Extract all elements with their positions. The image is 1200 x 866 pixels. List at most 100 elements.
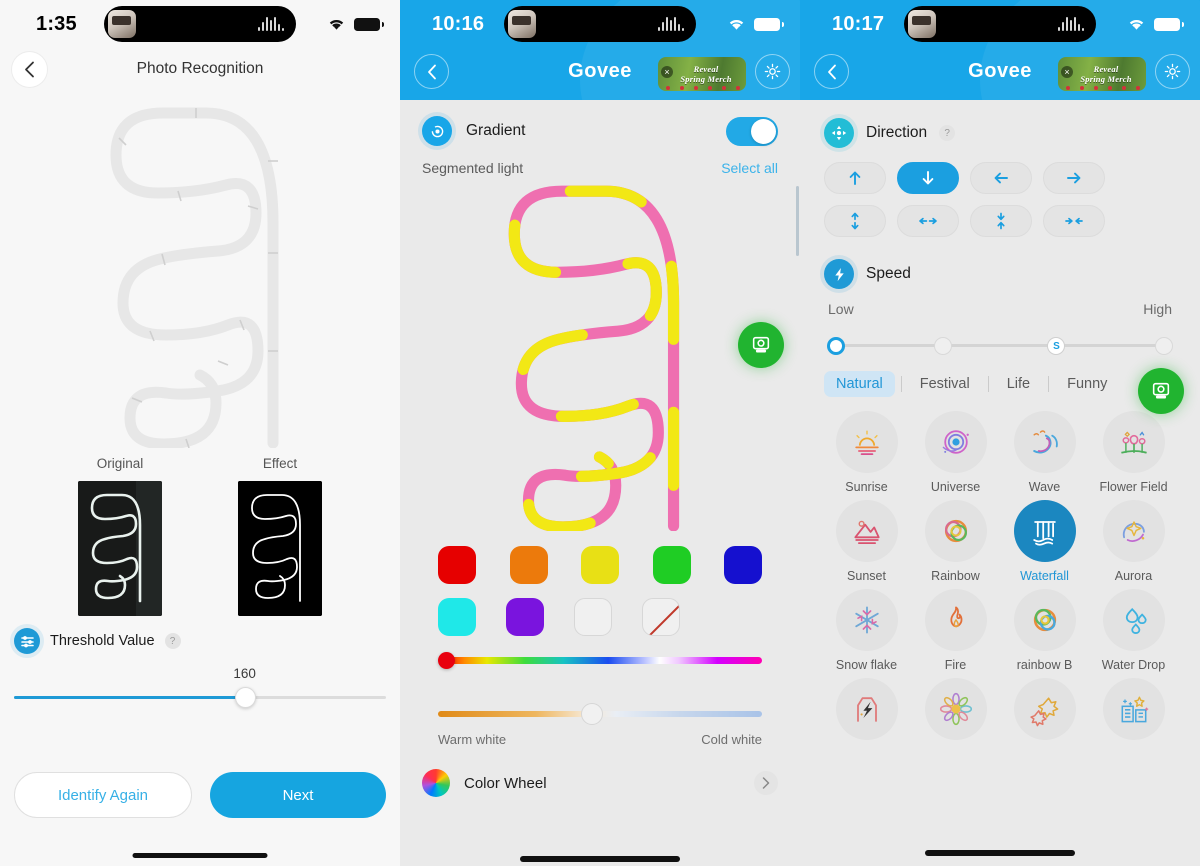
color-swatches: [400, 536, 800, 636]
direction-glyph: [831, 125, 847, 141]
hue-slider-knob[interactable]: [438, 652, 455, 669]
scene-leaves[interactable]: [1000, 678, 1089, 747]
back-button[interactable]: [814, 54, 849, 89]
arrows-vertical-out-icon: [851, 212, 859, 230]
dynamic-island: [904, 6, 1096, 42]
help-icon[interactable]: ?: [939, 125, 956, 141]
speed-low-label: Low: [828, 301, 854, 317]
next-button[interactable]: Next: [210, 772, 386, 818]
swatch-red[interactable]: [438, 546, 476, 584]
speed-point-2[interactable]: [934, 337, 953, 355]
lightning-glyph: [856, 697, 877, 722]
close-icon[interactable]: ×: [1061, 66, 1073, 78]
scene-aurora[interactable]: Aurora: [1089, 500, 1178, 583]
panel-gradient-segments: 10:16 Govee Reveal Spring Merch × Gradie…: [400, 0, 800, 866]
direction-horizontal-out-button[interactable]: [897, 205, 959, 237]
scene-universe[interactable]: Universe: [911, 411, 1000, 494]
swatch-green[interactable]: [652, 546, 691, 584]
swatch-blue[interactable]: [724, 546, 762, 584]
arrow-left-icon: [994, 172, 1008, 184]
scene-snowflake[interactable]: Snow flake: [822, 589, 911, 672]
identify-again-button[interactable]: Identify Again: [14, 772, 192, 818]
help-icon[interactable]: ?: [164, 633, 181, 649]
tab-natural[interactable]: Natural: [824, 371, 895, 397]
scene-label: Rainbow: [931, 569, 980, 583]
direction-left-button[interactable]: [970, 162, 1032, 194]
speed-point-4[interactable]: [1155, 337, 1173, 355]
promo-banner[interactable]: Reveal Spring Merch ×: [658, 57, 746, 91]
scene-label: Flower Field: [1099, 480, 1168, 494]
tab-life[interactable]: Life: [995, 371, 1042, 397]
chevron-left-icon: [427, 64, 436, 79]
close-icon[interactable]: ×: [661, 66, 673, 78]
speed-point-3[interactable]: S: [1047, 337, 1066, 355]
chevron-right-icon[interactable]: [754, 771, 778, 795]
settings-button[interactable]: [755, 54, 790, 89]
swatch-row-1: [438, 546, 762, 584]
speed-icon: [824, 259, 854, 289]
city-icon: [1102, 678, 1165, 740]
three-phone-screenshots: 1:35 Photo Recognition Original Effect T…: [0, 0, 1200, 866]
scene-water-drop[interactable]: Water Drop: [1089, 589, 1178, 672]
back-button[interactable]: [414, 54, 449, 89]
scene-flower[interactable]: [911, 678, 1000, 747]
snowflake-glyph: [854, 606, 879, 634]
threshold-slider[interactable]: 160: [14, 666, 386, 714]
battery-icon: [1154, 17, 1184, 31]
lightning-bolt-glyph: [834, 267, 844, 281]
scene-sunrise[interactable]: Sunrise: [822, 411, 911, 494]
scene-rainbow[interactable]: Rainbow: [911, 500, 1000, 583]
scene-label: Aurora: [1114, 569, 1153, 583]
scene-waterfall[interactable]: Waterfall: [1000, 500, 1089, 583]
settings-button[interactable]: [1155, 54, 1190, 89]
scene-fire[interactable]: Fire: [911, 589, 1000, 672]
hue-slider[interactable]: [438, 650, 762, 670]
direction-vertical-out-button[interactable]: [824, 205, 886, 237]
tab-divider: [900, 376, 902, 392]
recognized-light-shape: [0, 100, 400, 450]
scene-lightning[interactable]: [822, 678, 911, 747]
universe-glyph: [942, 430, 969, 454]
scene-sunset[interactable]: Sunset: [822, 500, 911, 583]
scene-city[interactable]: [1089, 678, 1178, 747]
speed-slider[interactable]: S: [827, 333, 1173, 357]
island-audio-waveform-icon: [658, 17, 684, 31]
swatch-cyan[interactable]: [438, 598, 476, 636]
scene-rainbow-b[interactable]: rainbow B: [1000, 589, 1089, 672]
swatch-white[interactable]: [574, 598, 612, 636]
direction-up-button[interactable]: [824, 162, 886, 194]
direction-horizontal-in-button[interactable]: [1043, 205, 1105, 237]
color-temperature-slider[interactable]: [438, 703, 762, 725]
sunset-glyph: [853, 520, 880, 545]
sunrise-icon: [835, 411, 898, 473]
chevron-right-glyph: [762, 777, 770, 789]
swatch-none[interactable]: [642, 598, 680, 636]
battery-icon: [354, 17, 384, 31]
direction-down-button[interactable]: [897, 162, 959, 194]
diy-camera-fab[interactable]: [1138, 368, 1184, 414]
scene-wave[interactable]: Wave: [1000, 411, 1089, 494]
back-button[interactable]: [12, 52, 47, 87]
segmented-light-label: Segmented light: [422, 160, 524, 176]
tab-festival[interactable]: Festival: [908, 371, 982, 397]
scene-flower-field[interactable]: Flower Field: [1089, 411, 1178, 494]
gradient-toggle[interactable]: [726, 116, 778, 146]
swatch-orange[interactable]: [509, 546, 548, 584]
swatch-purple[interactable]: [506, 598, 544, 636]
direction-vertical-in-button[interactable]: [970, 205, 1032, 237]
rainbow-icon: [924, 500, 987, 562]
select-all-button[interactable]: Select all: [721, 160, 778, 176]
scrollbar-thumb[interactable]: [796, 186, 799, 256]
swatch-yellow[interactable]: [581, 546, 619, 584]
cct-labels: Warm white Cold white: [438, 732, 762, 747]
diy-camera-fab[interactable]: [738, 322, 784, 368]
tab-funny[interactable]: Funny: [1055, 371, 1119, 397]
slider-knob[interactable]: [234, 687, 256, 708]
direction-right-button[interactable]: [1043, 162, 1105, 194]
color-wheel-row[interactable]: Color Wheel: [422, 769, 778, 797]
promo-banner[interactable]: Reveal Spring Merch ×: [1058, 57, 1146, 91]
speed-high-label: High: [1143, 301, 1172, 317]
cct-slider-knob[interactable]: [580, 703, 603, 725]
segmented-light-canvas[interactable]: [400, 176, 800, 536]
speed-point-1[interactable]: [827, 337, 845, 355]
